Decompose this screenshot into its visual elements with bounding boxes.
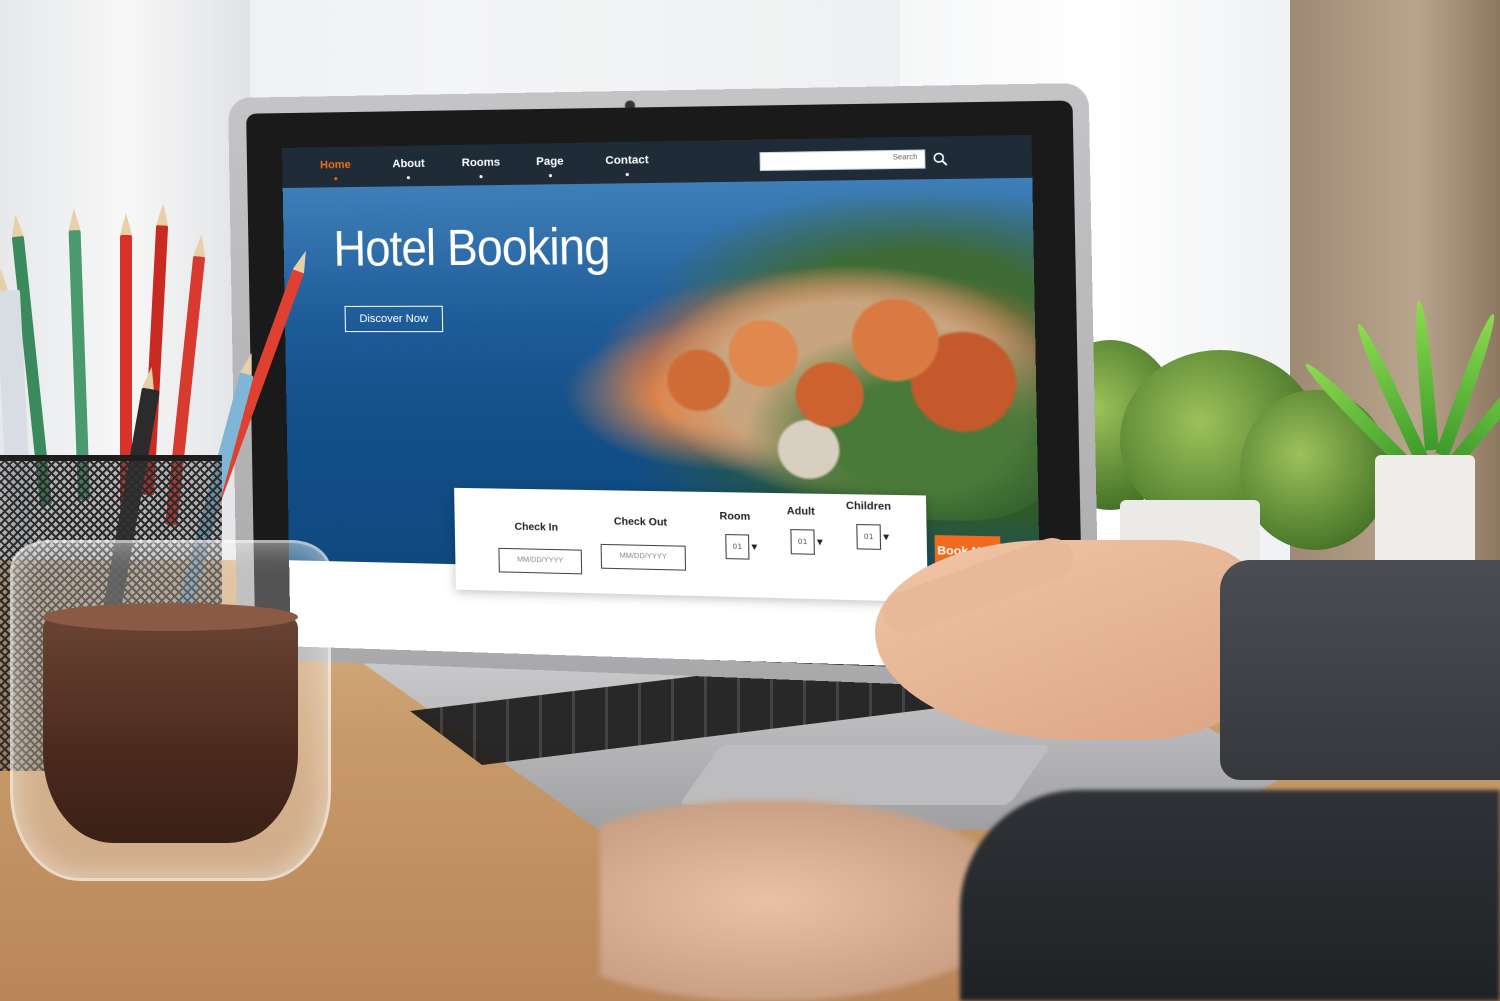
nav-dot-icon — [480, 175, 483, 178]
nav-item-rooms[interactable]: Rooms — [462, 156, 501, 169]
chevron-down-icon: ▼ — [817, 538, 823, 547]
nav-dot-icon — [334, 177, 337, 180]
booking-panel: Check In MM/DD/YYYY Check Out MM/DD/YYYY… — [454, 488, 928, 602]
left-hand — [600, 800, 1020, 1001]
room-select[interactable]: 01 — [725, 534, 749, 560]
hero-title: Hotel Booking — [333, 217, 610, 278]
hero-city-image — [611, 242, 1041, 522]
nav-item-home[interactable]: Home — [320, 159, 351, 172]
laptop-trackpad — [679, 745, 1051, 805]
adult-label: Adult — [787, 506, 815, 518]
plant-leaf — [1412, 300, 1439, 451]
search-label: Search — [893, 154, 918, 162]
chevron-down-icon: ▼ — [751, 543, 757, 552]
sweater-sleeve — [960, 790, 1500, 1001]
room-label: Room — [719, 511, 750, 523]
sweater-sleeve — [1220, 560, 1500, 780]
nav-item-contact[interactable]: Contact — [605, 154, 649, 167]
coffee-glass — [10, 540, 331, 881]
nav-dot-icon — [549, 174, 552, 177]
plant-foliage — [1240, 390, 1390, 550]
search-input[interactable] — [765, 152, 875, 167]
children-label: Children — [846, 501, 891, 513]
nav-dot-icon — [626, 173, 629, 176]
adult-select[interactable]: 01 — [790, 529, 815, 555]
coffee-surface — [43, 603, 298, 631]
search-box[interactable]: Search — [760, 149, 926, 171]
chevron-down-icon: ▼ — [883, 533, 889, 542]
check-out-label: Check Out — [614, 516, 667, 528]
nav-item-page[interactable]: Page — [536, 155, 564, 168]
check-out-field[interactable]: MM/DD/YYYY — [601, 544, 687, 571]
search-icon[interactable] — [932, 151, 948, 166]
check-in-label: Check In — [514, 522, 558, 534]
check-in-field[interactable]: MM/DD/YYYY — [498, 548, 582, 575]
children-select[interactable]: 01 — [856, 524, 881, 550]
discover-now-button[interactable]: Discover Now — [345, 306, 444, 332]
nav-item-about[interactable]: About — [392, 158, 424, 171]
coffee — [43, 613, 298, 843]
nav-dot-icon — [407, 176, 410, 179]
